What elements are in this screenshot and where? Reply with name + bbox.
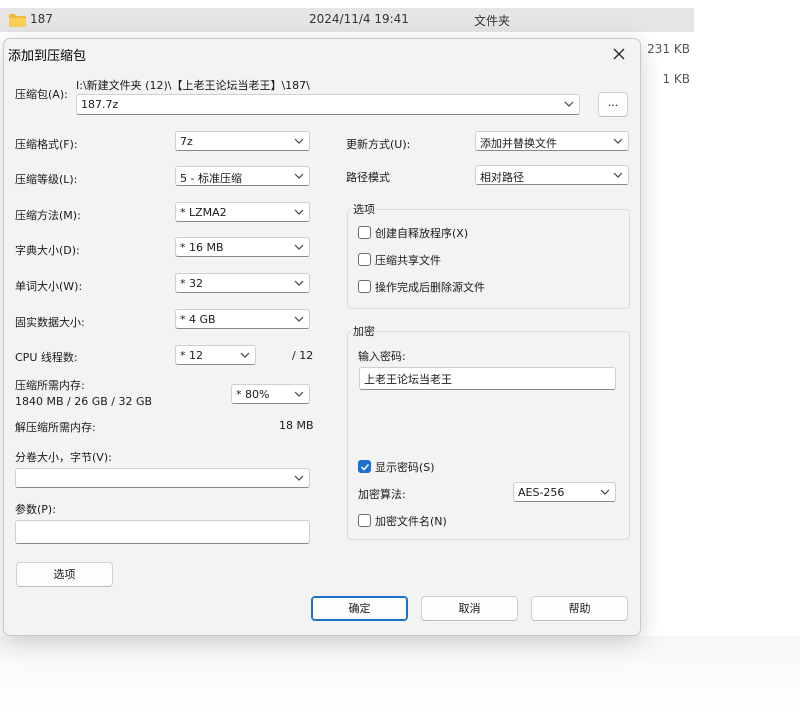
chevron-down-icon: [294, 391, 304, 397]
explorer-name: 187: [30, 12, 53, 26]
password-label: 输入密码:: [358, 350, 406, 363]
volume-label: 分卷大小，字节(V):: [15, 451, 112, 464]
explorer-date: 2024/11/4 19:41: [309, 12, 409, 26]
checkmark-icon: [360, 463, 370, 471]
dict-select[interactable]: * 16 MB: [175, 237, 310, 257]
chevron-down-icon: [294, 244, 304, 250]
method-select[interactable]: * LZMA2: [175, 202, 310, 222]
path-mode-select[interactable]: 相对路径: [475, 165, 629, 185]
format-label: 压缩格式(F):: [15, 138, 78, 151]
cancel-button[interactable]: 取消: [421, 596, 518, 621]
dict-label: 字典大小(D):: [15, 244, 80, 257]
close-button[interactable]: [606, 43, 632, 65]
update-value: 添加并替换文件: [480, 137, 557, 150]
sfx-label: 创建自释放程序(X): [375, 227, 469, 240]
chevron-down-icon: [294, 280, 304, 286]
dict-value: * 16 MB: [180, 241, 224, 254]
volume-combo[interactable]: [15, 468, 310, 488]
options-group-title: 选项: [351, 201, 377, 217]
solid-value: * 4 GB: [180, 313, 216, 326]
encryption-method-select[interactable]: AES-256: [513, 482, 616, 502]
threads-max: / 12: [292, 349, 314, 362]
threads-select[interactable]: * 12: [175, 345, 256, 365]
method-value: * LZMA2: [180, 206, 227, 219]
delete-source-label: 操作完成后删除源文件: [375, 281, 485, 294]
delete-source-checkbox[interactable]: [358, 280, 371, 293]
params-label: 参数(P):: [15, 503, 56, 516]
solid-select[interactable]: * 4 GB: [175, 309, 310, 329]
encryption-group-title: 加密: [351, 323, 377, 339]
level-select[interactable]: 5 - 标准压缩: [175, 166, 310, 186]
format-select[interactable]: 7z: [175, 131, 310, 151]
update-select[interactable]: 添加并替换文件: [475, 131, 629, 151]
show-password-checkbox[interactable]: [358, 460, 371, 473]
chevron-down-icon: [613, 172, 623, 178]
archive-name-combo[interactable]: 187.7z: [76, 94, 580, 115]
chevron-down-icon: [294, 138, 304, 144]
add-to-archive-dialog: 添加到压缩包 压缩包(A): I:\新建文件夹 (12)\【上老王论坛当老王】\…: [3, 38, 641, 636]
encrypt-names-label: 加密文件名(N): [375, 515, 447, 528]
mem-detail: 1840 MB / 26 GB / 32 GB: [15, 395, 153, 408]
ok-button[interactable]: 确定: [311, 596, 408, 621]
browse-button[interactable]: ...: [598, 92, 628, 117]
threads-label: CPU 线程数:: [15, 351, 78, 364]
options-button[interactable]: 选项: [16, 562, 113, 587]
decomp-label: 解压缩所需内存:: [15, 421, 96, 434]
solid-label: 固实数据大小:: [15, 316, 85, 329]
path-mode-label: 路径模式: [346, 171, 390, 184]
word-value: * 32: [180, 277, 203, 290]
mem-value: * 80%: [236, 388, 270, 401]
sfx-checkbox[interactable]: [358, 226, 371, 239]
explorer-type: 文件夹: [474, 14, 511, 28]
chevron-down-icon: [294, 475, 304, 481]
close-icon: [613, 48, 625, 60]
encrypt-names-checkbox[interactable]: [358, 514, 371, 527]
mem-select[interactable]: * 80%: [231, 384, 310, 404]
background-fade: [0, 636, 800, 713]
word-select[interactable]: * 32: [175, 273, 310, 293]
shared-label: 压缩共享文件: [375, 254, 441, 267]
shared-checkbox[interactable]: [358, 253, 371, 266]
chevron-down-icon: [564, 101, 574, 107]
params-input[interactable]: [15, 520, 310, 544]
mem-label: 压缩所需内存:: [15, 379, 85, 392]
format-value: 7z: [180, 135, 193, 148]
folder-icon: [9, 14, 26, 27]
chevron-down-icon: [240, 352, 250, 358]
chevron-down-icon: [613, 138, 623, 144]
update-label: 更新方式(U):: [346, 138, 411, 151]
archive-name-value: 187.7z: [81, 98, 119, 111]
dialog-title: 添加到压缩包: [8, 49, 87, 64]
help-button[interactable]: 帮助: [531, 596, 628, 621]
show-password-label: 显示密码(S): [375, 461, 435, 474]
level-label: 压缩等级(L):: [15, 173, 78, 186]
threads-value: * 12: [180, 349, 203, 362]
explorer-folder-row[interactable]: 187 2024/11/4 19:41 文件夹: [0, 8, 694, 32]
decomp-value: 18 MB: [279, 419, 314, 432]
level-value: 5 - 标准压缩: [180, 172, 242, 185]
archive-label: 压缩包(A):: [15, 88, 68, 101]
path-mode-value: 相对路径: [480, 171, 524, 184]
encryption-method-value: AES-256: [518, 486, 565, 499]
chevron-down-icon: [600, 489, 610, 495]
archive-path: I:\新建文件夹 (12)\【上老王论坛当老王】\187\: [76, 79, 310, 92]
chevron-down-icon: [294, 209, 304, 215]
password-input[interactable]: 上老王论坛当老王: [359, 367, 616, 390]
word-label: 单词大小(W):: [15, 280, 83, 293]
method-label: 压缩方法(M):: [15, 209, 81, 222]
encryption-method-label: 加密算法:: [358, 488, 406, 501]
chevron-down-icon: [294, 173, 304, 179]
chevron-down-icon: [294, 316, 304, 322]
